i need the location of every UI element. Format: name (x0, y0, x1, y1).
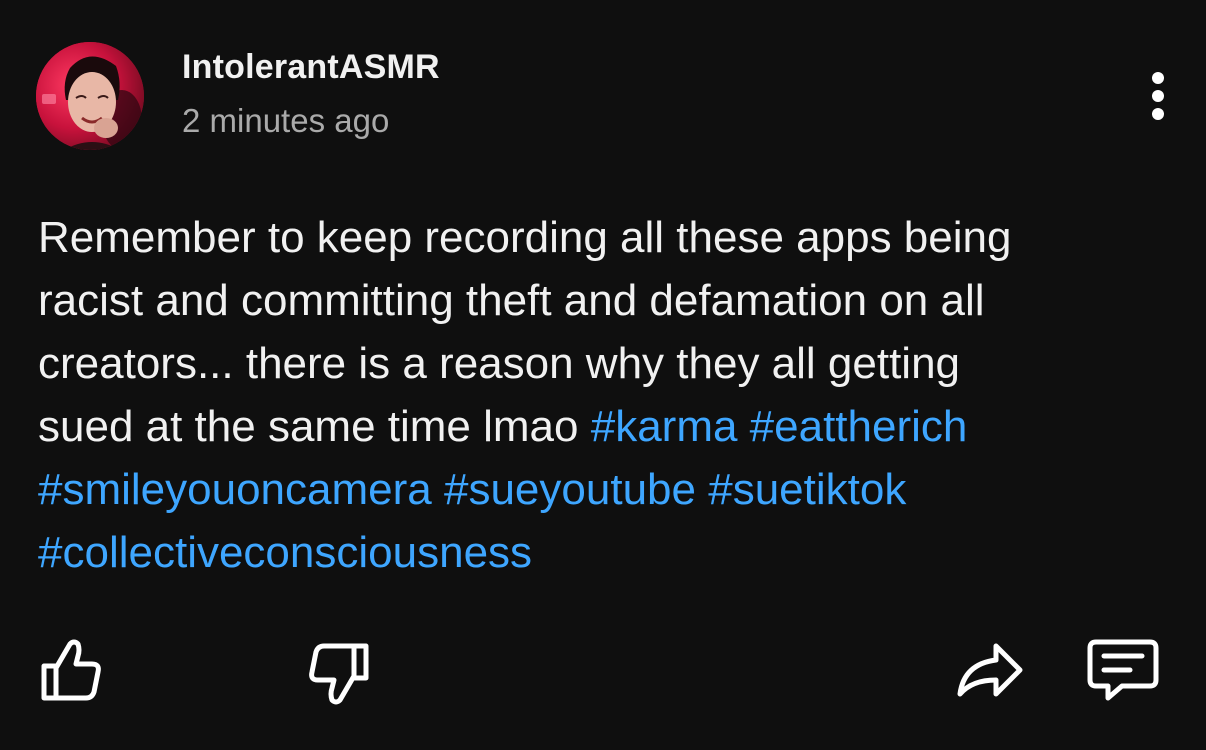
reply-button[interactable] (1086, 636, 1160, 704)
hashtag-link[interactable]: #smileyouoncamera (38, 465, 432, 514)
like-button[interactable] (36, 636, 108, 704)
hashtag-link[interactable]: #collectiveconsciousness (38, 528, 532, 577)
post-timestamp: 2 minutes ago (182, 102, 390, 139)
more-options-button[interactable] (1132, 66, 1184, 126)
dislike-button[interactable] (302, 640, 374, 708)
hashtag-link[interactable]: #suetiktok (708, 465, 906, 514)
share-button[interactable] (954, 640, 1026, 700)
hashtag-link[interactable]: #eattherich (750, 402, 968, 451)
thumbs-up-icon (41, 639, 101, 701)
avatar[interactable] (36, 42, 144, 150)
avatar-image (36, 42, 144, 150)
author-name[interactable]: IntolerantASMR (182, 48, 440, 87)
post-text-line: sued at the same time lmao (38, 402, 591, 451)
post-text-line: creators... there is a reason why they a… (38, 339, 961, 388)
post-text-line: racist and committing theft and defamati… (38, 276, 985, 325)
share-icon (957, 643, 1023, 697)
comment-icon (1087, 639, 1159, 701)
thumbs-down-icon (309, 643, 369, 705)
post-text-line: Remember to keep recording all these app… (38, 213, 1012, 262)
hashtag-link[interactable]: #karma (591, 402, 738, 451)
hashtag-link[interactable]: #sueyoutube (444, 465, 696, 514)
community-post: IntolerantASMR 2 minutes ago Remember to… (0, 0, 1206, 750)
post-text: Remember to keep recording all these app… (38, 206, 1158, 584)
